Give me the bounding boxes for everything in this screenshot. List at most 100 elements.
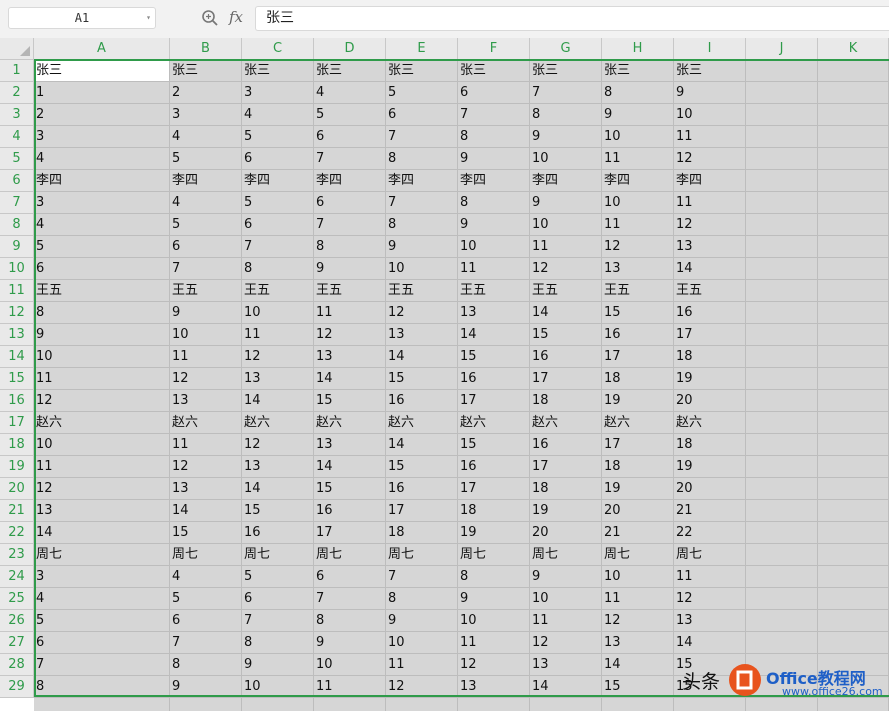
cell-h7[interactable]: 10 [602,192,674,214]
cell-k7[interactable] [818,192,889,214]
cell-c13[interactable]: 11 [242,324,314,346]
cell-j19[interactable] [746,456,818,478]
cell-f9[interactable]: 10 [458,236,530,258]
cell-empty[interactable] [242,698,314,711]
cell-g11[interactable]: 王五 [530,280,602,302]
cell-c7[interactable]: 5 [242,192,314,214]
cell-c14[interactable]: 12 [242,346,314,368]
cell-f27[interactable]: 11 [458,632,530,654]
cell-b10[interactable]: 7 [170,258,242,280]
row-header-26[interactable]: 26 [0,610,34,632]
cell-d26[interactable]: 8 [314,610,386,632]
cell-a27[interactable]: 6 [34,632,170,654]
row-header-24[interactable]: 24 [0,566,34,588]
cell-d15[interactable]: 14 [314,368,386,390]
cell-k14[interactable] [818,346,889,368]
cell-k27[interactable] [818,632,889,654]
cell-d28[interactable]: 10 [314,654,386,676]
cell-d12[interactable]: 11 [314,302,386,324]
cell-i9[interactable]: 13 [674,236,746,258]
cell-i8[interactable]: 12 [674,214,746,236]
cell-e11[interactable]: 王五 [386,280,458,302]
cell-j2[interactable] [746,82,818,104]
cell-h23[interactable]: 周七 [602,544,674,566]
cell-c26[interactable]: 7 [242,610,314,632]
cell-d19[interactable]: 14 [314,456,386,478]
cell-e22[interactable]: 18 [386,522,458,544]
cell-d9[interactable]: 8 [314,236,386,258]
row-header-10[interactable]: 10 [0,258,34,280]
cell-h2[interactable]: 8 [602,82,674,104]
cell-g16[interactable]: 18 [530,390,602,412]
cell-e24[interactable]: 7 [386,566,458,588]
cell-i25[interactable]: 12 [674,588,746,610]
cell-a13[interactable]: 9 [34,324,170,346]
cell-k9[interactable] [818,236,889,258]
cell-i24[interactable]: 11 [674,566,746,588]
cell-f8[interactable]: 9 [458,214,530,236]
cell-j26[interactable] [746,610,818,632]
cell-a17[interactable]: 赵六 [34,412,170,434]
cell-h12[interactable]: 15 [602,302,674,324]
cell-h17[interactable]: 赵六 [602,412,674,434]
cell-c29[interactable]: 10 [242,676,314,698]
cell-b19[interactable]: 12 [170,456,242,478]
cell-f23[interactable]: 周七 [458,544,530,566]
cell-e29[interactable]: 12 [386,676,458,698]
cell-h18[interactable]: 17 [602,434,674,456]
cell-j18[interactable] [746,434,818,456]
row-header-6[interactable]: 6 [0,170,34,192]
cell-g25[interactable]: 10 [530,588,602,610]
row-header-7[interactable]: 7 [0,192,34,214]
cell-g20[interactable]: 18 [530,478,602,500]
cell-d27[interactable]: 9 [314,632,386,654]
cell-e1[interactable]: 张三 [386,60,458,82]
cell-a9[interactable]: 5 [34,236,170,258]
cell-a24[interactable]: 3 [34,566,170,588]
cell-g10[interactable]: 12 [530,258,602,280]
cell-b11[interactable]: 王五 [170,280,242,302]
row-header-1[interactable]: 1 [0,60,34,82]
cell-i13[interactable]: 17 [674,324,746,346]
cell-f6[interactable]: 李四 [458,170,530,192]
cell-g13[interactable]: 15 [530,324,602,346]
row-header-17[interactable]: 17 [0,412,34,434]
cell-b6[interactable]: 李四 [170,170,242,192]
column-header-a[interactable]: A [34,38,170,60]
chevron-down-icon[interactable]: ▾ [146,8,151,28]
cell-f29[interactable]: 13 [458,676,530,698]
cell-k4[interactable] [818,126,889,148]
cell-j25[interactable] [746,588,818,610]
cell-b14[interactable]: 11 [170,346,242,368]
cell-e18[interactable]: 14 [386,434,458,456]
cell-f11[interactable]: 王五 [458,280,530,302]
cell-b28[interactable]: 8 [170,654,242,676]
cell-e6[interactable]: 李四 [386,170,458,192]
row-header-25[interactable]: 25 [0,588,34,610]
cell-g17[interactable]: 赵六 [530,412,602,434]
cell-c27[interactable]: 8 [242,632,314,654]
cell-e25[interactable]: 8 [386,588,458,610]
cell-f19[interactable]: 16 [458,456,530,478]
name-box[interactable]: A1 ▾ [8,7,156,29]
cell-h15[interactable]: 18 [602,368,674,390]
cell-b29[interactable]: 9 [170,676,242,698]
column-header-c[interactable]: C [242,38,314,60]
column-header-j[interactable]: J [746,38,818,60]
cell-k8[interactable] [818,214,889,236]
cell-f2[interactable]: 6 [458,82,530,104]
cell-f5[interactable]: 9 [458,148,530,170]
cell-b5[interactable]: 5 [170,148,242,170]
cell-h5[interactable]: 11 [602,148,674,170]
column-header-h[interactable]: H [602,38,674,60]
cell-h21[interactable]: 20 [602,500,674,522]
cell-d13[interactable]: 12 [314,324,386,346]
cell-b20[interactable]: 13 [170,478,242,500]
cell-i11[interactable]: 王五 [674,280,746,302]
row-header-29[interactable]: 29 [0,676,34,698]
cell-a19[interactable]: 11 [34,456,170,478]
cell-j9[interactable] [746,236,818,258]
cell-k22[interactable] [818,522,889,544]
cell-h20[interactable]: 19 [602,478,674,500]
cell-i4[interactable]: 11 [674,126,746,148]
